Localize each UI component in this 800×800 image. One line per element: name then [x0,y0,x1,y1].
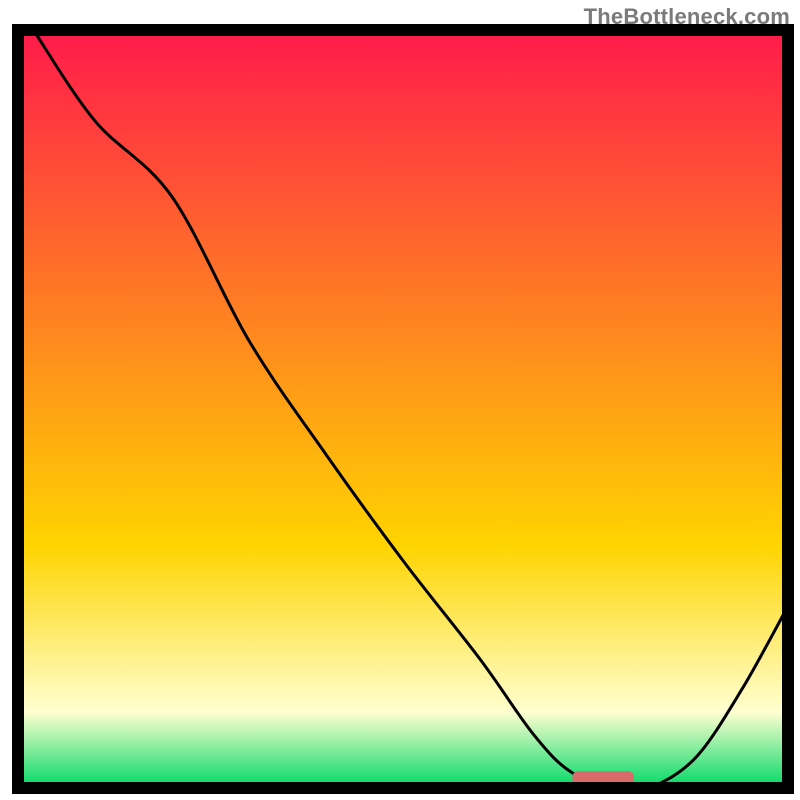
chart-container: TheBottleneck.com [0,0,800,800]
plot-background [18,30,788,788]
bottleneck-chart [0,0,800,800]
watermark-text: TheBottleneck.com [584,4,790,30]
